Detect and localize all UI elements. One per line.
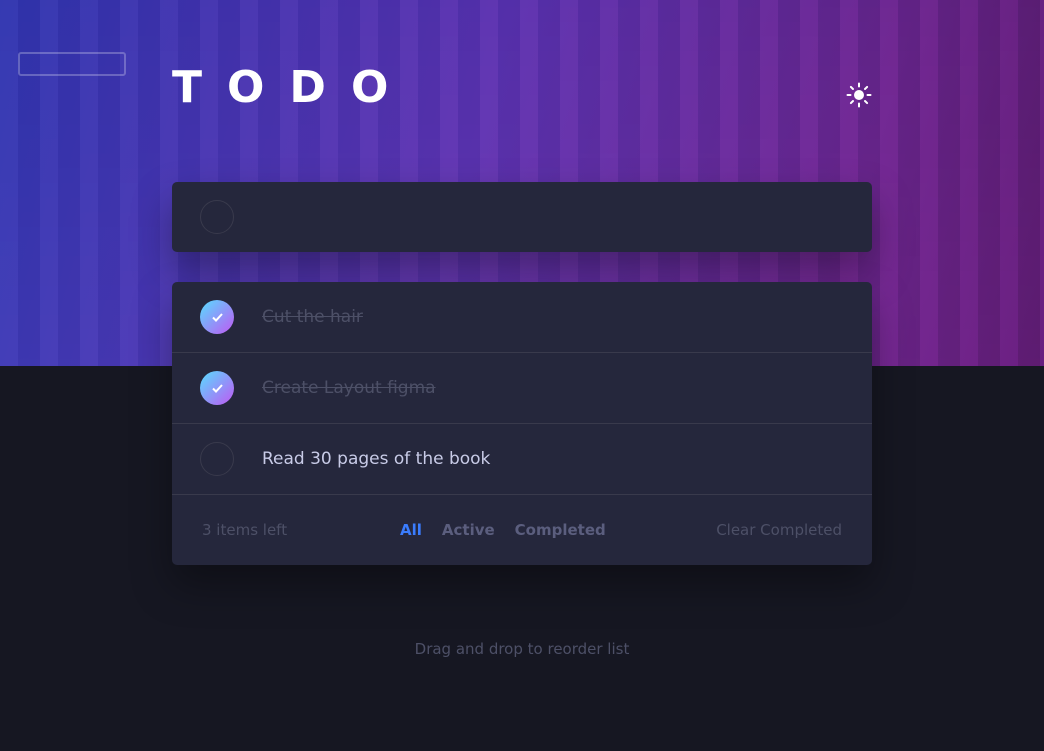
new-todo-checkbox[interactable] [200, 200, 234, 234]
todo-checkbox[interactable] [200, 442, 234, 476]
todo-item[interactable]: Read 30 pages of the book [172, 424, 872, 495]
clear-completed-button[interactable]: Clear Completed [716, 521, 842, 539]
reorder-hint: Drag and drop to reorder list [414, 640, 630, 658]
new-todo-card [172, 182, 872, 252]
check-icon [211, 383, 223, 393]
filter-completed[interactable]: Completed [515, 521, 606, 539]
filter-active[interactable]: Active [442, 521, 495, 539]
items-left-count: 3 items left [202, 521, 288, 539]
todo-checkbox-checked[interactable] [200, 371, 234, 405]
check-icon [211, 312, 223, 322]
new-todo-input[interactable] [262, 197, 872, 237]
todo-text: Create Layout figma [262, 378, 436, 398]
sun-icon [846, 82, 872, 108]
todo-text: Read 30 pages of the book [262, 449, 491, 469]
todo-item[interactable]: Create Layout figma [172, 353, 872, 424]
filter-tabs: All Active Completed [400, 521, 606, 539]
todo-checkbox-checked[interactable] [200, 300, 234, 334]
theme-toggle-button[interactable] [844, 80, 874, 110]
todo-list: Cut the hair Create Layout figma Read 30… [172, 282, 872, 565]
background-sign [18, 52, 126, 76]
todo-item[interactable]: Cut the hair [172, 282, 872, 353]
list-footer: 3 items left All Active Completed Clear … [172, 495, 872, 565]
todo-text: Cut the hair [262, 307, 363, 327]
page-title: TODO [172, 62, 414, 113]
filter-all[interactable]: All [400, 521, 422, 539]
